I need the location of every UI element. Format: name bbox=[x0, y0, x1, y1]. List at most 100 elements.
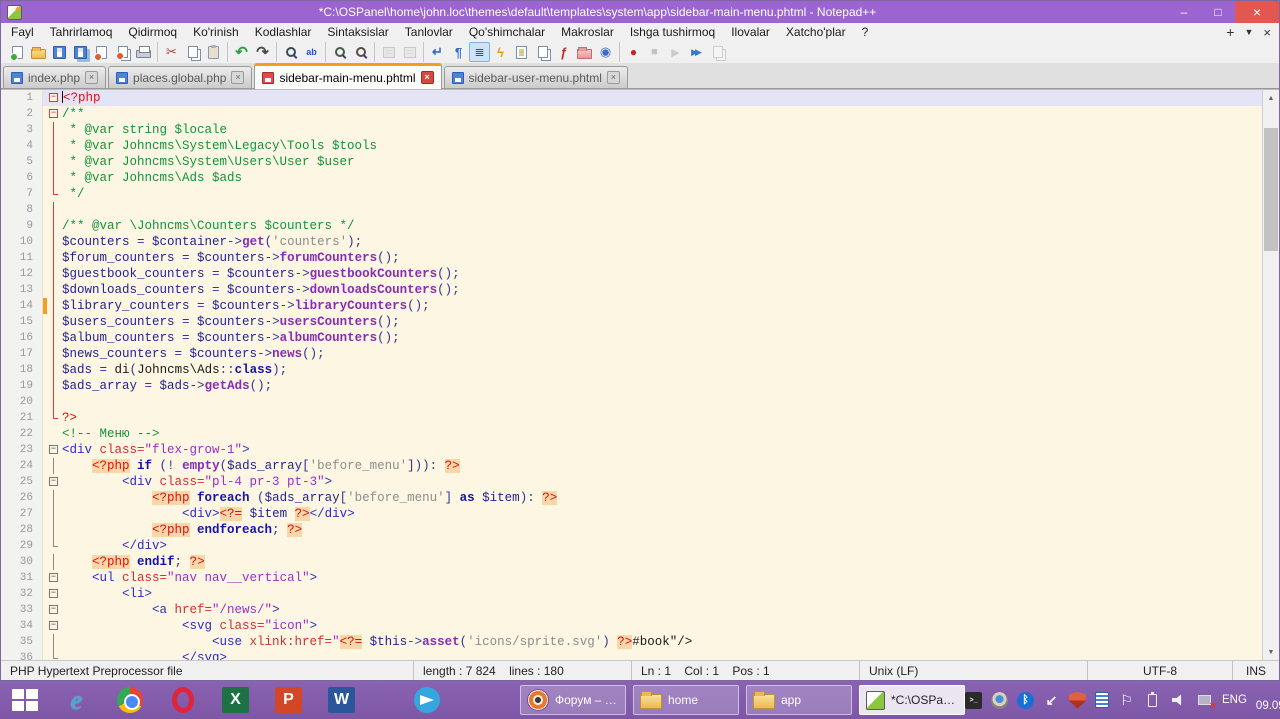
undo-icon[interactable] bbox=[231, 42, 252, 62]
redo-icon[interactable] bbox=[252, 42, 273, 62]
document-list-icon[interactable] bbox=[532, 42, 553, 62]
taskbar-clock[interactable]: 19:38 09.09.2024 bbox=[1256, 687, 1280, 713]
find-icon[interactable] bbox=[280, 42, 301, 62]
pinned-opera-icon[interactable] bbox=[156, 681, 209, 719]
word-wrap-icon[interactable] bbox=[427, 42, 448, 62]
tab-list-dropdown-icon[interactable]: ▼ bbox=[1244, 27, 1253, 37]
menu-item-sintaksislar[interactable]: Sintaksislar bbox=[319, 23, 396, 41]
tab-close-icon[interactable]: × bbox=[85, 71, 98, 84]
new-tab-button[interactable]: + bbox=[1226, 24, 1234, 40]
menu-item-tanlovlar[interactable]: Tanlovlar bbox=[397, 23, 461, 41]
status-eol-format[interactable]: Unix (LF) bbox=[860, 661, 1088, 680]
start-button[interactable] bbox=[0, 681, 50, 719]
monitoring-icon[interactable] bbox=[595, 42, 616, 62]
fold-collapse-icon[interactable]: − bbox=[49, 477, 58, 486]
show-all-characters-icon[interactable] bbox=[448, 42, 469, 62]
menu-item-ko-rinish[interactable]: Ko'rinish bbox=[185, 23, 247, 41]
pinned-powerpoint-icon[interactable]: P bbox=[262, 681, 315, 719]
tray-cursor-icon[interactable] bbox=[1043, 692, 1060, 709]
tray-flag-icon[interactable] bbox=[1118, 692, 1135, 709]
folder-as-workspace-icon[interactable] bbox=[574, 42, 595, 62]
tray-terminal-icon[interactable] bbox=[965, 692, 982, 709]
close-button[interactable]: × bbox=[1235, 1, 1279, 23]
copy-icon[interactable] bbox=[182, 42, 203, 62]
fold-margin[interactable]: − bbox=[47, 570, 62, 586]
menu-item-tahrirlamoq[interactable]: Tahrirlamoq bbox=[42, 23, 121, 41]
function-list-icon[interactable] bbox=[553, 42, 574, 62]
status-insert-mode[interactable]: INS bbox=[1233, 661, 1279, 680]
menu-item-qidirmoq[interactable]: Qidirmoq bbox=[120, 23, 185, 41]
macro-run-multiple-icon[interactable] bbox=[686, 42, 707, 62]
function-completion-icon[interactable] bbox=[490, 42, 511, 62]
fold-margin[interactable]: − bbox=[47, 474, 62, 490]
menu-item-ilovalar[interactable]: Ilovalar bbox=[723, 23, 778, 41]
menu-item-[interactable]: ? bbox=[854, 23, 877, 41]
menu-item-qo-shimchalar[interactable]: Qo'shimchalar bbox=[461, 23, 553, 41]
fold-margin[interactable]: − bbox=[47, 618, 62, 634]
paste-icon[interactable] bbox=[203, 42, 224, 62]
vertical-scrollbar[interactable]: ▲ ▼ bbox=[1262, 90, 1279, 660]
save-all-icon[interactable] bbox=[70, 42, 91, 62]
title-bar[interactable]: *C:\OSPanel\home\john.loc\themes\default… bbox=[1, 1, 1279, 23]
fold-collapse-icon[interactable]: − bbox=[49, 573, 58, 582]
minimize-button[interactable]: – bbox=[1167, 1, 1201, 23]
language-indicator[interactable]: ENG bbox=[1222, 694, 1247, 706]
fold-collapse-icon[interactable]: − bbox=[49, 445, 58, 454]
new-file-icon[interactable] bbox=[7, 42, 28, 62]
tray-notes-icon[interactable] bbox=[1095, 692, 1109, 708]
tab-close-icon[interactable]: × bbox=[421, 71, 434, 84]
tray-security-shield-icon[interactable] bbox=[1069, 692, 1086, 709]
scroll-down-icon[interactable]: ▼ bbox=[1263, 644, 1279, 660]
document-map-icon[interactable] bbox=[511, 42, 532, 62]
menu-item-fayl[interactable]: Fayl bbox=[3, 23, 42, 41]
fold-margin[interactable]: − bbox=[47, 586, 62, 602]
tab-close-icon[interactable]: × bbox=[231, 71, 244, 84]
fold-margin[interactable]: − bbox=[47, 442, 62, 458]
close-tab-button[interactable]: × bbox=[1263, 25, 1271, 40]
cut-icon[interactable] bbox=[161, 42, 182, 62]
fold-collapse-icon[interactable]: − bbox=[49, 93, 58, 102]
fold-collapse-icon[interactable]: − bbox=[49, 109, 58, 118]
open-file-icon[interactable] bbox=[28, 42, 49, 62]
fold-margin[interactable]: − bbox=[47, 106, 62, 122]
replace-icon[interactable] bbox=[301, 42, 322, 62]
status-encoding[interactable]: UTF-8 bbox=[1088, 661, 1233, 680]
menu-item-ishga-tushirmoq[interactable]: Ishga tushirmoq bbox=[622, 23, 723, 41]
save-file-icon[interactable] bbox=[49, 42, 70, 62]
restore-button[interactable]: □ bbox=[1201, 1, 1235, 23]
editor-area[interactable]: 1−<?php2−/**3 * @var string $locale4 * @… bbox=[1, 89, 1279, 660]
tray-bluetooth-icon[interactable] bbox=[1017, 692, 1034, 709]
task-folder-app[interactable]: app bbox=[746, 685, 852, 715]
macro-record-icon[interactable] bbox=[623, 42, 644, 62]
scrollbar-thumb[interactable] bbox=[1264, 128, 1278, 252]
close-file-icon[interactable] bbox=[91, 42, 112, 62]
pinned-telegram-icon[interactable] bbox=[400, 681, 453, 719]
show-indent-guide-icon[interactable] bbox=[469, 42, 490, 62]
tray-network-error-icon[interactable] bbox=[1196, 692, 1213, 709]
task-folder-home[interactable]: home bbox=[633, 685, 739, 715]
tray-volume-icon[interactable] bbox=[1170, 692, 1187, 709]
print-icon[interactable] bbox=[133, 42, 154, 62]
tab-close-icon[interactable]: × bbox=[607, 71, 620, 84]
zoom-in-icon[interactable] bbox=[329, 42, 350, 62]
fold-margin[interactable]: − bbox=[47, 602, 62, 618]
zoom-out-icon[interactable] bbox=[350, 42, 371, 62]
menu-item-makroslar[interactable]: Makroslar bbox=[553, 23, 622, 41]
scroll-up-icon[interactable]: ▲ bbox=[1263, 90, 1279, 106]
tray-battery-icon[interactable] bbox=[1144, 692, 1161, 709]
close-all-icon[interactable] bbox=[112, 42, 133, 62]
menu-item-kodlashlar[interactable]: Kodlashlar bbox=[247, 23, 320, 41]
fold-collapse-icon[interactable]: − bbox=[49, 605, 58, 614]
pinned-internet-explorer-icon[interactable]: e bbox=[50, 681, 103, 719]
task-notepad-plus-plus[interactable]: *C:\OSPan... bbox=[859, 685, 965, 715]
pinned-chrome-icon[interactable] bbox=[103, 681, 156, 719]
pinned-word-icon[interactable]: W bbox=[315, 681, 368, 719]
fold-collapse-icon[interactable]: − bbox=[49, 589, 58, 598]
scrollbar-track[interactable] bbox=[1263, 106, 1279, 644]
fold-collapse-icon[interactable]: − bbox=[49, 621, 58, 630]
tab-sidebar-user-menu-phtml[interactable]: sidebar-user-menu.phtml× bbox=[444, 66, 628, 88]
fold-margin[interactable]: − bbox=[47, 90, 62, 106]
tab-index-php[interactable]: index.php× bbox=[3, 66, 106, 88]
tab-sidebar-main-menu-phtml[interactable]: sidebar-main-menu.phtml× bbox=[254, 63, 441, 89]
tray-settings-dial-icon[interactable] bbox=[991, 692, 1008, 709]
